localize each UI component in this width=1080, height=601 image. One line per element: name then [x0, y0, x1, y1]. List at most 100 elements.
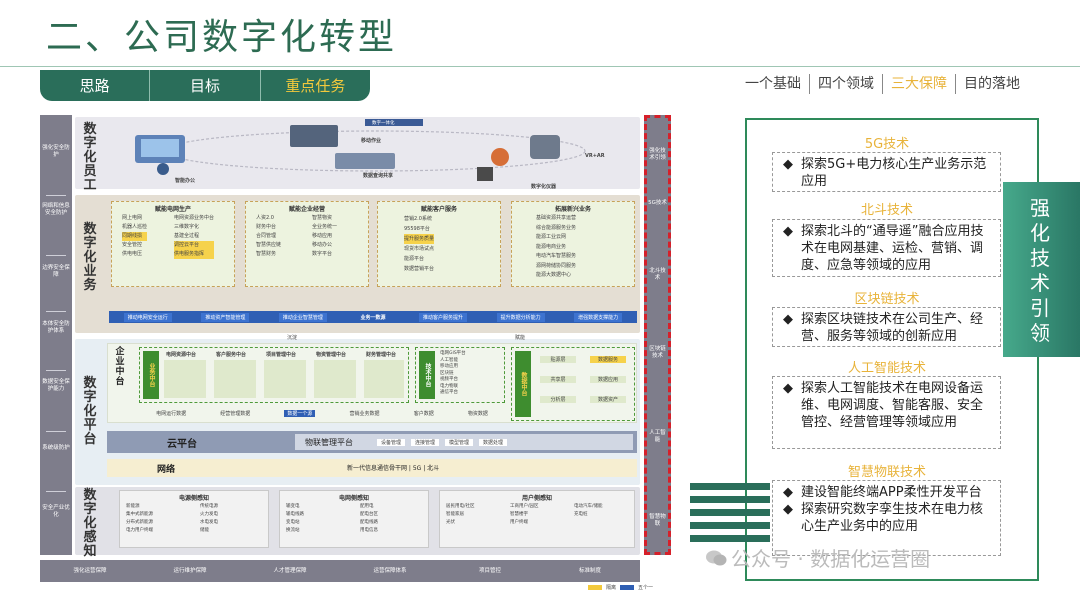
tech-item: 电网GIS平台: [440, 351, 466, 356]
business-cell: 智慧物资: [312, 215, 333, 221]
perception-cell: 用户终端: [510, 520, 528, 525]
layer-label-perception: 数字化感知: [83, 488, 97, 559]
operations-footer-bar: 强化运营保障 运行维护保障 人才管理保障 运营保障体系 项目管控 标准制度: [40, 560, 640, 582]
platform-data-cell: 数据一个源: [284, 409, 316, 417]
section-bullet: 探索区块链技术在公司生产、经营、服务等领域的创新应用: [801, 312, 984, 344]
data-item: 数据资产: [590, 396, 626, 403]
tech-middle-box: 技术中台 电网GIS平台 人工智能 移动应用 区块链 视频平台 电力物联 通信平…: [415, 347, 505, 403]
network-bar: 网络 新一代信息通信骨干网 | 5G | 北斗: [107, 459, 637, 477]
business-card-customer: 赋能客户服务 营销2.0系统 95598平台 提升服务质量 现货市场试点 能源平…: [377, 201, 501, 287]
perception-cell: 储能: [200, 528, 209, 533]
page-title: 二、公司数字化转型: [46, 17, 398, 58]
business-card-title: 赋能客户服务: [420, 206, 457, 213]
security-label: 边界安全保障: [42, 265, 70, 278]
perception-card-title: 用户侧感知: [521, 495, 552, 502]
perception-cell: 光伏: [446, 520, 455, 525]
employee-item: 数字化仪器: [531, 184, 557, 190]
business-cell: 源网荷储协同服务: [536, 262, 577, 269]
enable-chip: 业务一数源: [360, 314, 386, 321]
network-text: 新一代信息通信骨干网 | 5G | 北斗: [347, 465, 440, 472]
section-bullet: 探索北斗的“通导遥”融合应用技术在电网基建、运检、营销、调度、应急等领域的应用: [801, 224, 984, 273]
enable-chip: 推动客户服务提升: [419, 312, 468, 322]
perception-cell: 分布式新能源: [126, 520, 153, 525]
perception-cell: 智慧楼宇: [510, 512, 528, 517]
section-tabs: 思路 目标 重点任务: [40, 70, 370, 101]
platform-data-row: 电网运行数据 经营管理数据 数据一个源 营销业务数据 客户数据 物资数据: [139, 407, 505, 419]
business-cell: 全业务统一: [312, 224, 338, 230]
employee-item: VR+AR: [585, 153, 605, 159]
enable-chip: 推动资产智能管理: [201, 312, 250, 322]
watermark: 公众号 · 数据化运营圈: [705, 543, 930, 572]
platform-data-cell: 营销业务数据: [349, 410, 380, 417]
network-label: 网络: [157, 465, 176, 475]
tech-column-label: 区块链技术: [649, 346, 666, 359]
enable-chip: 提升数据分析能力: [496, 312, 545, 322]
stripe: [690, 483, 770, 490]
nav-item-guarantees[interactable]: 三大保障: [882, 74, 955, 94]
tech-column-label: 人工智能: [649, 430, 666, 443]
tab-key-tasks[interactable]: 重点任务: [261, 70, 370, 101]
stripe: [690, 509, 770, 516]
flow-label-empower: 赋能: [515, 335, 526, 341]
perception-cell: 居民用电/社区: [446, 504, 475, 509]
platform-data-cell: 客户数据: [413, 410, 434, 417]
flow-label-settle: 沉淀: [287, 335, 298, 341]
business-cell: 数字平台: [312, 251, 333, 257]
footer-item: 人才管理保障: [273, 567, 307, 574]
tab-goals[interactable]: 目标: [150, 70, 261, 101]
decorative-stripes: [690, 483, 770, 543]
security-divider: [46, 491, 66, 492]
iot-item: 连接管理: [411, 438, 440, 446]
security-divider: [46, 195, 66, 196]
business-middle-item: 客户服务中台: [216, 352, 247, 358]
business-middle-item: 电网资源中台: [166, 352, 197, 358]
business-card-enterprise: 赋能企业经营 人资2.0 财务中台 合同管理 智慧供应链 智慧财务 智慧物资 全…: [245, 201, 369, 287]
cloud-platform-bar: 云平台 物联管理平台 设备管理 连接管理 模型管理 数据处理: [107, 431, 637, 453]
nav-item-landing[interactable]: 目的落地: [955, 74, 1028, 94]
business-card-title: 赋能企业经营: [288, 206, 325, 213]
nav-item-domains[interactable]: 四个领域: [809, 74, 882, 94]
business-cell: 调控云平台: [174, 241, 215, 250]
section-title-ai: 人工智能技术: [847, 361, 926, 376]
perception-card-user: 用户侧感知 居民用电/社区 智能家居 光伏 工商用户/园区 智慧楼宇 用户终端 …: [439, 490, 635, 548]
iot-platform-label: 物联管理平台: [305, 437, 353, 447]
platform-data-cell: 经营管理数据: [220, 410, 251, 417]
security-label-main: 强化安全防护: [42, 145, 70, 158]
diamond-bullet-icon: ◆: [783, 485, 793, 500]
stripe: [690, 496, 770, 503]
business-cell: 综合能源服务业务: [536, 224, 577, 231]
business-card-grid: 赋能电网生产 网上电网 机器人巡检 同期线损 安全管控 供电电压 电网资源业务中…: [111, 201, 235, 287]
legend-label: 五个一: [638, 585, 654, 591]
security-label: 网络和信息安全防护: [42, 203, 70, 216]
section-title-blockchain: 区块链技术: [854, 292, 920, 307]
nav-item-foundation[interactable]: 一个基础: [737, 74, 809, 94]
tab-thinking[interactable]: 思路: [40, 70, 151, 101]
tech-column-label: 5G技术: [648, 200, 667, 206]
business-cell: 移动办公: [312, 242, 333, 248]
architecture-diagram: 强化安全防护 网络和信息安全防护 边界安全保障 本体安全防护体系 数据安全保护能…: [40, 115, 672, 591]
title-divider: [0, 66, 1080, 67]
perception-cell: 新能源: [126, 504, 140, 509]
layer-digital-perception: 数字化感知 电源侧感知 新能源 集中式新能源 分布式新能源 电力用户终端 传统电…: [75, 487, 640, 559]
perception-cell: 火力发电: [200, 512, 218, 517]
business-middle-item: 物资管理中台: [316, 352, 347, 358]
security-column: 强化安全防护 网络和信息安全防护 边界安全保障 本体安全防护体系 数据安全保护能…: [40, 115, 72, 555]
perception-card-title: 电网侧感知: [338, 495, 369, 502]
enterprise-middle-label: 企业中台: [115, 347, 125, 387]
tech-lead-column: 强化技术引领 5G技术 北斗技术 区块链技术 人工智能 智慧物联: [644, 115, 671, 555]
business-cell: 基础资源共享运营: [536, 215, 577, 221]
footer-item: 标准制度: [578, 567, 601, 574]
section-box-beidou: ◆ 探索北斗的“通导遥”融合应用技术在电网基建、运检、营销、调度、应急等领域的应用: [772, 219, 1001, 277]
diamond-bullet-icon: ◆: [783, 381, 793, 396]
section-box-5g: ◆ 探索5G+电力核心生产业务示范应用: [772, 152, 1001, 192]
perception-cell: 配用电: [360, 504, 374, 509]
business-cell: 现货市场试点: [404, 246, 435, 252]
iot-platform-box: 物联管理平台 设备管理 连接管理 模型管理 数据处理: [295, 434, 633, 450]
perception-card-title: 电源侧感知: [178, 495, 209, 502]
section-bullet: 探索人工智能技术在电网设备运维、电网调度、智能客服、安全管控、经营管理等领域应用: [801, 381, 984, 430]
business-cell: 能源电商业务: [536, 243, 567, 250]
section-bullet: 探索5G+电力核心生产业务示范应用: [801, 157, 987, 189]
business-cell: 移动应用: [312, 233, 333, 239]
security-divider: [46, 311, 66, 312]
perception-cell: 变电站: [286, 520, 300, 525]
